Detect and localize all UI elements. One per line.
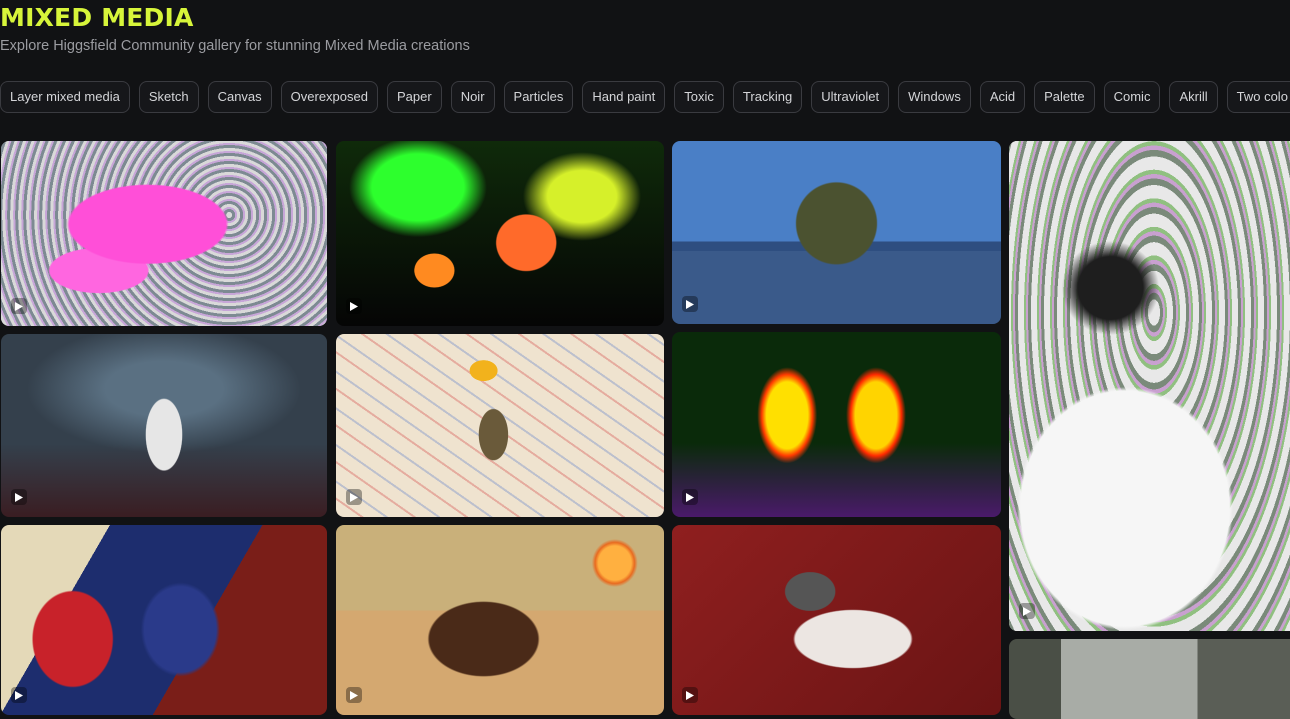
video-thumbnail: [1009, 141, 1290, 631]
filter-chip-tracking[interactable]: Tracking: [732, 81, 803, 113]
video-thumbnail: [336, 141, 664, 326]
play-icon: [682, 296, 698, 312]
filter-chip-paper[interactable]: Paper: [386, 81, 442, 113]
gallery-video-thermal-couple[interactable]: [672, 332, 1001, 517]
filter-chip-particles[interactable]: Particles: [503, 81, 574, 113]
filter-chip-overexposed[interactable]: Overexposed: [280, 81, 378, 113]
play-icon: [682, 489, 698, 505]
video-thumbnail: [672, 525, 1001, 715]
filter-chip-hand-paint[interactable]: Hand paint: [582, 81, 666, 113]
gallery-video-comic-hoodies[interactable]: [1, 525, 327, 715]
page-title: MIXED MEDIA: [0, 3, 194, 32]
video-thumbnail: [1, 334, 327, 517]
video-thumbnail: [336, 525, 664, 715]
filter-chip-ultraviolet[interactable]: Ultraviolet: [811, 81, 890, 113]
filter-chip-windows[interactable]: Windows: [898, 81, 971, 113]
play-icon: [346, 298, 362, 314]
play-icon: [346, 489, 362, 505]
filter-chip-akrill[interactable]: Akrill: [1169, 81, 1218, 113]
gallery-video-overexposed-subway[interactable]: [1009, 141, 1290, 631]
video-thumbnail: [1, 525, 327, 715]
video-thumbnail: [1009, 639, 1290, 719]
filter-chip-noir[interactable]: Noir: [450, 81, 495, 113]
gallery-video-skater-doodles[interactable]: [336, 334, 664, 517]
video-thumbnail: [672, 332, 1001, 517]
video-thumbnail: [672, 141, 1001, 324]
gallery-video-alley-street[interactable]: [1009, 639, 1290, 719]
filter-chip-comic[interactable]: Comic: [1103, 81, 1161, 113]
gallery-video-neon-night-crew[interactable]: [336, 141, 664, 326]
play-icon: [11, 298, 27, 314]
gallery-video-pink-dancer[interactable]: [1, 141, 327, 326]
play-icon: [11, 489, 27, 505]
gallery-video-red-couch-man[interactable]: [672, 525, 1001, 715]
filter-chip-two-colo[interactable]: Two colo: [1226, 81, 1290, 113]
filter-chip-canvas[interactable]: Canvas: [207, 81, 272, 113]
video-thumbnail: [336, 334, 664, 517]
page-subtitle: Explore Higgsfield Community gallery for…: [0, 38, 470, 54]
gallery-video-noir-cage-figure[interactable]: [1, 334, 327, 517]
filter-chip-sketch[interactable]: Sketch: [138, 81, 199, 113]
filter-chip-bar: Layer mixed media Sketch Canvas Overexpo…: [0, 81, 1290, 113]
play-icon: [346, 687, 362, 703]
play-icon: [682, 687, 698, 703]
play-icon: [1019, 603, 1035, 619]
gallery-video-cowboy-horse[interactable]: [336, 525, 664, 715]
filter-chip-toxic[interactable]: Toxic: [674, 81, 724, 113]
video-thumbnail: [1, 141, 327, 326]
filter-chip-acid[interactable]: Acid: [979, 81, 1026, 113]
filter-chip-layer-mixed-media[interactable]: Layer mixed media: [0, 81, 130, 113]
gallery-video-man-on-container[interactable]: [672, 141, 1001, 324]
filter-chip-palette[interactable]: Palette: [1034, 81, 1095, 113]
play-icon: [11, 687, 27, 703]
